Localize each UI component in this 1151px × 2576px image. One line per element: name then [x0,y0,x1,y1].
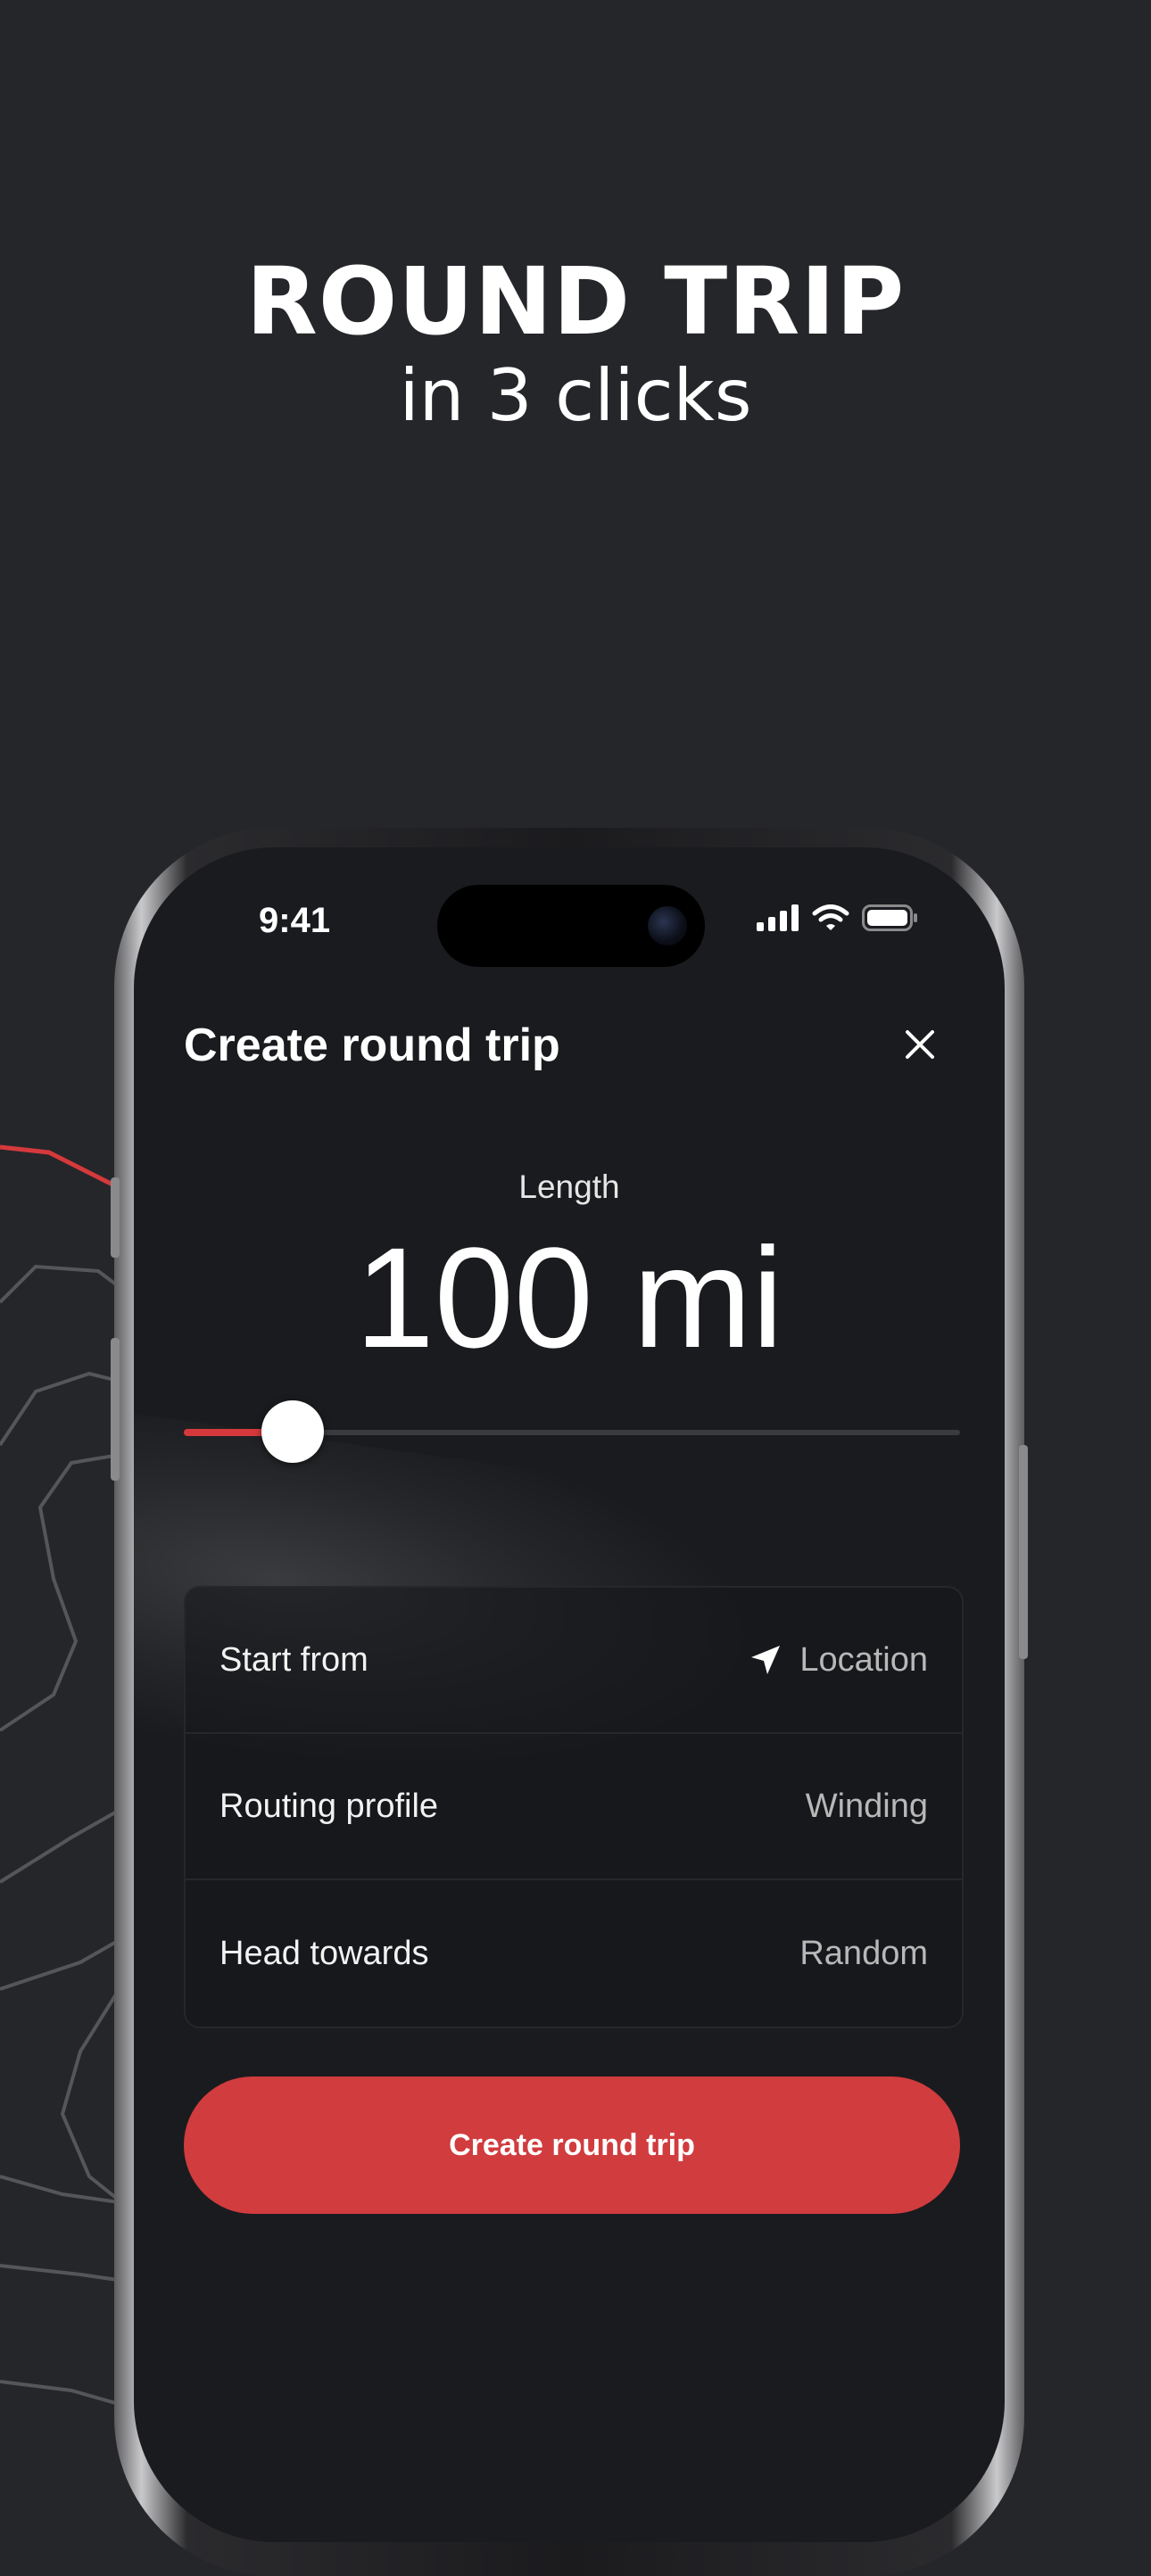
phone-side-button [111,1338,120,1481]
battery-icon [862,904,917,931]
headline: ROUND TRIP in 3 clicks [0,241,1151,435]
create-round-trip-button[interactable]: Create round trip [184,2076,960,2214]
status-bar-icons [757,904,919,931]
phone-side-button [1019,1445,1028,1659]
option-value: Winding [805,1787,928,1825]
create-round-trip-button-label: Create round trip [449,2127,695,2162]
phone-side-button [111,1177,120,1258]
length-value: 100 mi [354,1218,784,1377]
slider-thumb[interactable] [261,1400,324,1463]
status-bar-time: 9:41 [259,901,331,940]
option-label: Head towards [219,1934,429,1972]
length-label: Length [518,1168,620,1205]
option-row-routing-profile[interactable]: Routing profile Winding [186,1734,962,1880]
cellular-signal-icon [757,904,799,931]
close-button[interactable] [898,1022,942,1067]
option-label: Start from [219,1640,368,1679]
headline-title: ROUND TRIP [245,247,906,356]
headline-subtitle: in 3 clicks [399,354,752,437]
phone-screen: 9:41 Create round trip Length 100 mi Sta… [134,847,1005,2542]
options-list: Start from Location Routing profile Wind… [184,1586,964,2028]
close-icon [906,1030,934,1059]
dynamic-island [437,885,705,967]
camera-lens [648,906,687,945]
option-row-start-from[interactable]: Start from Location [186,1588,962,1734]
option-value-group: Location [748,1641,928,1680]
option-value: Location [799,1640,928,1679]
length-slider[interactable] [184,1400,960,1463]
option-row-head-towards[interactable]: Head towards Random [186,1880,962,2027]
wifi-icon [812,904,849,930]
option-label: Routing profile [219,1787,439,1825]
location-arrow-icon [751,1646,781,1674]
option-value: Random [799,1934,928,1972]
panel-title: Create round trip [184,1020,560,1071]
